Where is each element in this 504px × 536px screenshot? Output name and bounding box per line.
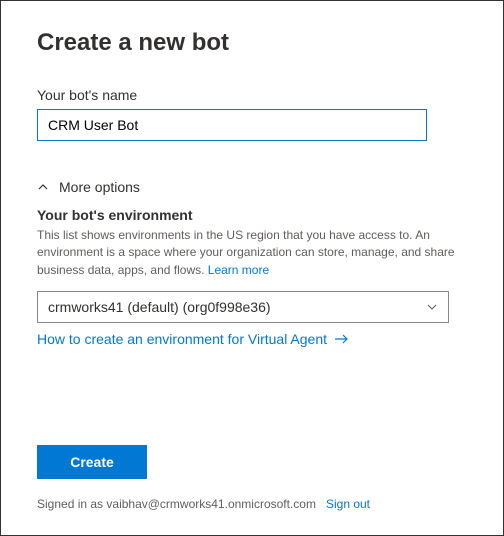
chevron-down-icon [426,301,438,313]
bot-name-label: Your bot's name [37,87,467,103]
sign-out-link[interactable]: Sign out [326,497,370,511]
chevron-up-icon [37,181,49,193]
more-options-label: More options [59,179,140,195]
environment-description: This list shows environments in the US r… [37,227,457,279]
signed-in-prefix: Signed in as [37,497,106,511]
signed-in-text: Signed in as vaibhav@crmworks41.onmicros… [37,497,467,511]
how-to-link-text: How to create an environment for Virtual… [37,331,327,347]
environment-label: Your bot's environment [37,207,467,223]
more-options-toggle[interactable]: More options [37,179,140,195]
bot-name-field-group: Your bot's name [37,87,467,141]
environment-selected-value: crmworks41 (default) (org0f998e36) [48,299,271,315]
create-button[interactable]: Create [37,445,147,479]
arrow-right-icon [335,334,349,344]
user-email: vaibhav@crmworks41.onmicrosoft.com [106,497,316,511]
environment-dropdown[interactable]: crmworks41 (default) (org0f998e36) [37,291,449,323]
page-title: Create a new bot [37,29,467,57]
how-to-create-env-link[interactable]: How to create an environment for Virtual… [37,331,349,347]
footer-area: Create Signed in as vaibhav@crmworks41.o… [37,445,467,511]
bot-name-input[interactable] [37,109,427,141]
learn-more-link[interactable]: Learn more [208,263,269,277]
environment-section: Your bot's environment This list shows e… [37,207,467,349]
